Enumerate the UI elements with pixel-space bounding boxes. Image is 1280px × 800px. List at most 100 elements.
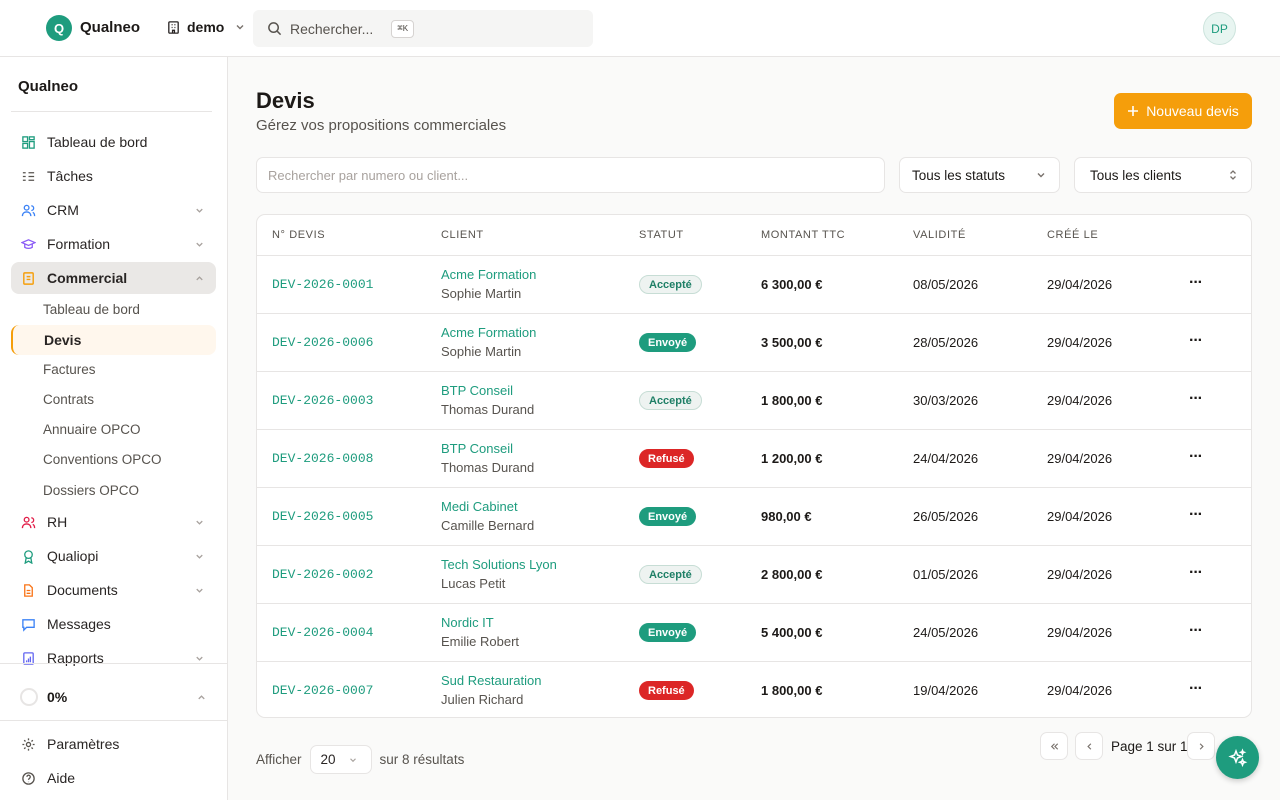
next-page-button[interactable] — [1187, 732, 1215, 760]
progress-value: 0% — [47, 689, 68, 705]
row-actions-menu-icon[interactable]: ··· — [1189, 622, 1203, 640]
per-page-select[interactable]: 20 — [309, 745, 372, 774]
onboarding-progress[interactable]: 0% — [11, 681, 216, 713]
app-logo[interactable]: Q — [46, 15, 72, 41]
validity-date: 08/05/2026 — [913, 277, 979, 292]
row-actions-menu-icon[interactable]: ··· — [1189, 390, 1203, 408]
quote-number-link[interactable]: DEV-2026-0005 — [272, 509, 373, 524]
submenu-item-dashboard[interactable]: Tableau de bord — [43, 302, 140, 317]
quote-number-link[interactable]: DEV-2026-0002 — [272, 567, 373, 582]
sidebar-title: Qualneo — [18, 78, 79, 95]
row-actions-menu-icon[interactable]: ··· — [1189, 332, 1203, 350]
amount-value: 980,00 € — [761, 509, 812, 524]
row-actions-menu-icon[interactable]: ··· — [1189, 448, 1203, 466]
validity-date: 19/04/2026 — [913, 683, 979, 698]
quote-number-link[interactable]: DEV-2026-0004 — [272, 625, 373, 640]
quote-number-link[interactable]: DEV-2026-0001 — [272, 277, 373, 292]
client-contact: Thomas Durand — [441, 460, 535, 475]
client-link[interactable]: Sud Restauration — [441, 673, 541, 688]
table-row[interactable]: DEV-2026-0006 Acme Formation Sophie Martin… — [257, 314, 1251, 372]
sidebar-item-messages[interactable]: Messages — [11, 608, 216, 640]
status-badge: Envoyé — [639, 507, 697, 526]
workspace-name: demo — [187, 19, 225, 35]
submenu-item-contrats[interactable]: Contrats — [43, 392, 94, 407]
row-actions-menu-icon[interactable]: ··· — [1189, 274, 1203, 292]
sidebar-item-formation[interactable]: Formation — [11, 228, 216, 260]
sidebar-item-qualiopi[interactable]: Qualiopi — [11, 540, 216, 572]
column-header-status[interactable]: STATUT — [639, 229, 684, 241]
column-header-number[interactable]: N° DEVIS — [272, 229, 325, 241]
quote-number-link[interactable]: DEV-2026-0007 — [272, 683, 373, 698]
sidebar-item-help[interactable]: Aide — [11, 762, 216, 794]
quote-number-link[interactable]: DEV-2026-0008 — [272, 451, 373, 466]
table-header: N° DEVIS CLIENT STATUT MONTANT TTC VALID… — [257, 215, 1251, 256]
row-actions-menu-icon[interactable]: ··· — [1189, 506, 1203, 524]
people-icon — [21, 516, 36, 528]
column-header-amount[interactable]: MONTANT TTC — [761, 229, 845, 241]
submenu-item-factures[interactable]: Factures — [43, 362, 96, 377]
client-link[interactable]: BTP Conseil — [441, 383, 513, 398]
submenu-item-conventions-opco[interactable]: Conventions OPCO — [43, 452, 162, 467]
client-contact: Camille Bernard — [441, 518, 535, 533]
sidebar-item-dashboard[interactable]: Tableau de bord — [11, 126, 216, 158]
column-header-validity[interactable]: VALIDITÉ — [913, 229, 966, 241]
validity-date: 01/05/2026 — [913, 567, 979, 582]
chevron-right-icon — [1199, 742, 1204, 750]
quote-number-link[interactable]: DEV-2026-0006 — [272, 335, 373, 350]
row-actions-menu-icon[interactable]: ··· — [1189, 680, 1203, 698]
first-page-button[interactable] — [1040, 732, 1068, 760]
client-link[interactable]: Acme Formation — [441, 325, 536, 340]
user-avatar[interactable]: DP — [1203, 12, 1236, 45]
sidebar-item-label: RH — [47, 514, 68, 530]
sidebar-item-label: Messages — [47, 616, 111, 632]
client-link[interactable]: BTP Conseil — [441, 441, 513, 456]
status-filter-value: Tous les statuts — [912, 167, 1006, 183]
client-link[interactable]: Medi Cabinet — [441, 499, 518, 514]
amount-value: 1 800,00 € — [761, 393, 823, 408]
divider — [11, 111, 212, 112]
status-badge: Envoyé — [639, 333, 697, 352]
sidebar-item-commercial[interactable]: Commercial — [11, 262, 216, 294]
divider — [0, 663, 228, 664]
page-title: Devis — [256, 88, 315, 113]
column-header-client[interactable]: CLIENT — [441, 229, 484, 241]
client-link[interactable]: Acme Formation — [441, 267, 536, 282]
table-row[interactable]: DEV-2026-0005 Medi Cabinet Camille Bernard… — [257, 488, 1251, 546]
amount-value: 6 300,00 € — [761, 277, 823, 292]
table-row[interactable]: DEV-2026-0008 BTP Conseil Thomas Durand Ref… — [257, 430, 1251, 488]
amount-value: 1 200,00 € — [761, 451, 823, 466]
workspace-switcher[interactable]: demo — [166, 19, 246, 35]
show-label: Afficher — [256, 752, 302, 767]
table-row[interactable]: DEV-2026-0004 Nordic IT Emilie Robert Envoy… — [257, 604, 1251, 662]
sidebar-item-documents[interactable]: Documents — [11, 574, 216, 606]
row-actions-menu-icon[interactable]: ··· — [1189, 564, 1203, 582]
submenu-item-dossiers-opco[interactable]: Dossiers OPCO — [43, 483, 139, 498]
brand-name[interactable]: Qualneo — [80, 19, 140, 36]
client-contact: Sophie Martin — [441, 286, 522, 301]
previous-page-button[interactable] — [1075, 732, 1103, 760]
sidebar-item-settings[interactable]: Paramètres — [11, 728, 216, 760]
status-filter-select[interactable]: Tous les statuts — [899, 157, 1060, 193]
sidebar-item-tasks[interactable]: Tâches — [11, 160, 216, 192]
client-filter-select[interactable]: Tous les clients — [1074, 157, 1252, 193]
new-quote-button[interactable]: Nouveau devis — [1114, 93, 1252, 129]
table-row[interactable]: DEV-2026-0003 BTP Conseil Thomas Durand Acc… — [257, 372, 1251, 430]
submenu-item-devis[interactable]: Devis — [11, 325, 216, 355]
table-row[interactable]: DEV-2026-0001 Acme Formation Sophie Martin… — [257, 256, 1251, 314]
table-row[interactable]: DEV-2026-0007 Sud Restauration Julien Rich… — [257, 662, 1251, 717]
quote-number-link[interactable]: DEV-2026-0003 — [272, 393, 373, 408]
client-link[interactable]: Tech Solutions Lyon — [441, 557, 557, 572]
sidebar-item-crm[interactable]: CRM — [11, 194, 216, 226]
submenu-item-annuaire-opco[interactable]: Annuaire OPCO — [43, 422, 141, 437]
client-link[interactable]: Nordic IT — [441, 615, 494, 630]
column-header-created[interactable]: CRÉÉ LE — [1047, 229, 1098, 241]
sidebar-item-rh[interactable]: RH — [11, 506, 216, 538]
amount-value: 3 500,00 € — [761, 335, 823, 350]
main-content: Devis Gérez vos propositions commerciale… — [228, 57, 1280, 800]
global-search[interactable]: Rechercher... ⌘K — [253, 10, 593, 47]
quote-search-input[interactable]: Rechercher par numero ou client... — [256, 157, 885, 193]
gear-icon — [22, 737, 35, 751]
table-row[interactable]: DEV-2026-0002 Tech Solutions Lyon Lucas Pe… — [257, 546, 1251, 604]
ai-assistant-button[interactable] — [1216, 736, 1259, 779]
sidebar-item-rapports[interactable]: Rapports — [11, 642, 216, 674]
